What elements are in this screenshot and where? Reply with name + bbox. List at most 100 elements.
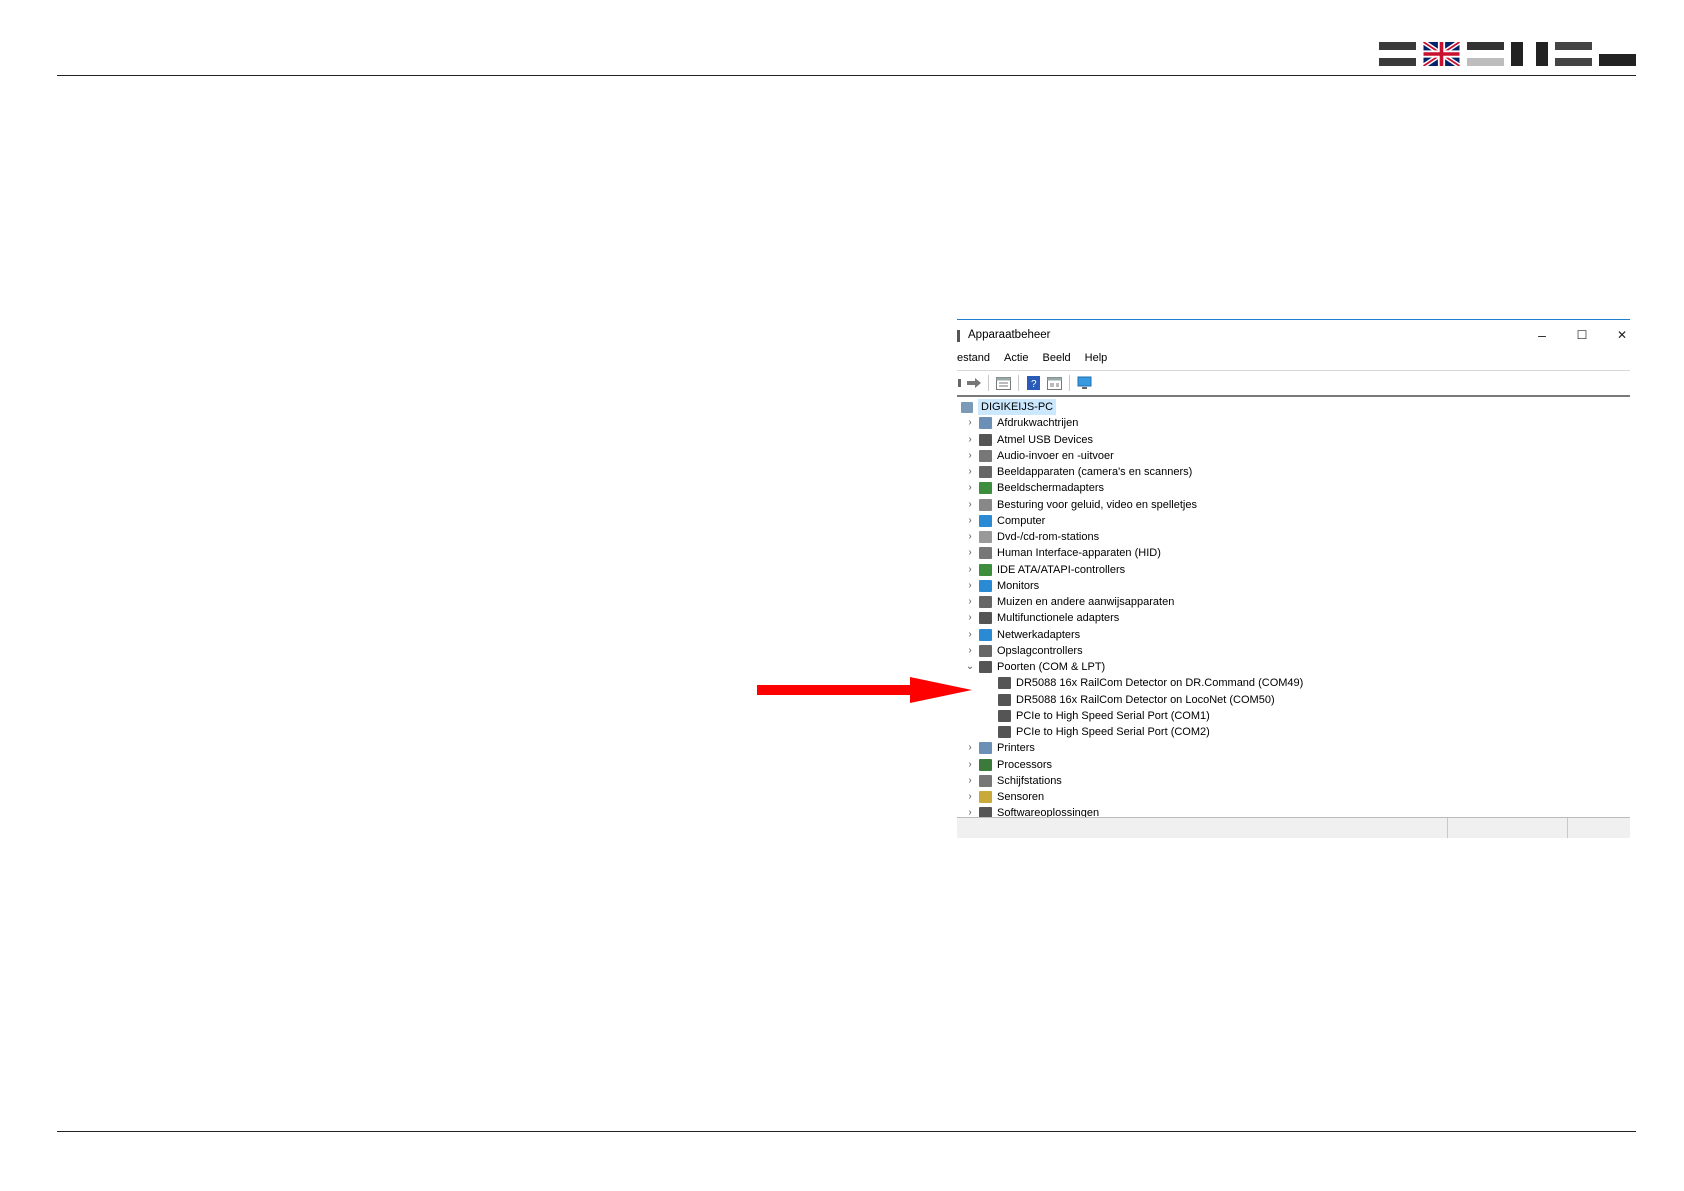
chevron-right-icon[interactable]: › — [965, 497, 975, 513]
tree-category-item[interactable]: › Muizen en andere aanwijsapparaten — [965, 594, 1174, 610]
dvd-icon — [979, 531, 992, 543]
tree-category-item[interactable]: › Audio-invoer en -uitvoer — [965, 448, 1114, 464]
tree-category-item[interactable]: › Sensoren — [965, 789, 1044, 805]
chevron-right-icon[interactable]: › — [965, 627, 975, 643]
tree-category-item[interactable]: › Netwerkadapters — [965, 627, 1080, 643]
processor-icon — [979, 758, 992, 771]
tree-item-label: Sensoren — [997, 791, 1045, 803]
flag-pl[interactable] — [1599, 42, 1636, 66]
tree-item-label: Beeldschermadapters — [997, 482, 1105, 495]
tree-item-label: Schijfstations — [997, 774, 1062, 787]
tree-category-item[interactable]: › Atmel USB Devices — [965, 432, 1093, 448]
tree-root[interactable]: DIGIKEIJS-PC — [961, 399, 1057, 415]
computer-network-icon — [961, 401, 973, 413]
footer-rule — [57, 1131, 1636, 1132]
storage-controller-icon — [979, 644, 992, 657]
header-rule — [57, 75, 1636, 76]
tree-item-label: Computer — [997, 514, 1046, 527]
tree-child-item[interactable]: DR5088 16x RailCom Detector on LocoNet (… — [998, 692, 1275, 708]
tree-category-item[interactable]: › IDE ATA/ATAPI-controllers — [965, 562, 1125, 578]
chevron-right-icon[interactable]: › — [965, 594, 975, 610]
tree-child-item[interactable]: PCIe to High Speed Serial Port (COM1) — [998, 708, 1210, 724]
close-button[interactable]: ✕ — [1602, 324, 1630, 346]
flag-uk[interactable] — [1423, 42, 1460, 66]
network-adapter-icon — [979, 628, 992, 641]
toolbar-separator — [1069, 375, 1070, 391]
chevron-right-icon[interactable]: › — [965, 578, 975, 594]
tree-category-item[interactable]: › Opslagcontrollers — [965, 643, 1083, 659]
printer-queue-icon — [979, 417, 992, 430]
chevron-right-icon[interactable]: › — [965, 789, 975, 805]
tree-category-item[interactable]: › Schijfstations — [965, 773, 1062, 789]
language-flags — [1379, 42, 1636, 66]
tree-child-item[interactable]: DR5088 16x RailCom Detector on DR.Comman… — [998, 675, 1303, 691]
tree-category-item[interactable]: › Computer — [965, 513, 1045, 529]
chevron-right-icon[interactable]: › — [965, 545, 975, 561]
tree-category-item[interactable]: › Processors — [965, 757, 1052, 773]
tree-root-label: DIGIKEIJS-PC — [978, 399, 1057, 415]
menu-beeld[interactable]: Beeld — [1043, 352, 1071, 370]
properties-icon[interactable] — [995, 376, 1012, 391]
chevron-right-icon[interactable]: › — [965, 448, 975, 464]
chevron-right-icon[interactable]: › — [965, 464, 975, 480]
printer-icon — [979, 742, 992, 755]
disk-drive-icon — [979, 774, 992, 787]
tree-item-label: Poorten (COM & LPT) — [997, 661, 1106, 673]
tree-child-item[interactable]: PCIe to High Speed Serial Port (COM2) — [998, 724, 1210, 740]
maximize-button[interactable]: ☐ — [1562, 324, 1602, 346]
chevron-down-icon[interactable]: ⌄ — [965, 659, 975, 675]
tree-category-item[interactable]: › Beeldapparaten (camera's en scanners) — [965, 464, 1192, 480]
hid-icon — [979, 547, 992, 560]
chevron-right-icon[interactable]: › — [965, 643, 975, 659]
tree-item-label: Multifunctionele adapters — [997, 612, 1120, 625]
chevron-right-icon[interactable]: › — [965, 740, 975, 756]
camera-icon — [979, 466, 992, 478]
tree-category-item[interactable]: › Afdrukwachtrijen — [965, 415, 1078, 431]
flag-de[interactable] — [1379, 42, 1416, 66]
menu-actie[interactable]: Actie — [1004, 352, 1028, 370]
chevron-right-icon[interactable]: › — [965, 513, 975, 529]
forward-icon[interactable] — [965, 376, 982, 391]
chevron-right-icon[interactable]: › — [965, 562, 975, 578]
tree-category-item[interactable]: › Printers — [965, 740, 1035, 756]
help-icon[interactable]: ? — [1025, 376, 1042, 391]
sound-video-icon — [979, 498, 992, 511]
minimize-button[interactable]: – — [1522, 324, 1562, 346]
flag-it[interactable] — [1511, 42, 1548, 66]
tree-category-item[interactable]: ⌄ Poorten (COM & LPT) — [965, 659, 1105, 675]
menu-bestand[interactable]: estand — [957, 352, 990, 370]
toolbar-separator — [988, 375, 989, 391]
tree-category-item[interactable]: › Monitors — [965, 578, 1039, 594]
chevron-right-icon[interactable]: › — [965, 757, 975, 773]
chevron-right-icon[interactable]: › — [965, 773, 975, 789]
chevron-right-icon[interactable]: › — [965, 480, 975, 496]
tree-category-item[interactable]: › Dvd-/cd-rom-stations — [965, 529, 1099, 545]
tree-item-label: Atmel USB Devices — [997, 433, 1093, 446]
computer-icon — [979, 514, 992, 527]
tree-category-item[interactable]: › Human Interface-apparaten (HID) — [965, 545, 1161, 561]
chevron-right-icon[interactable]: › — [965, 610, 975, 626]
tree-item-label: Muizen en andere aanwijsapparaten — [997, 596, 1175, 608]
scan-hardware-icon[interactable] — [1076, 376, 1093, 391]
tree-category-item[interactable]: › Beeldschermadapters — [965, 480, 1104, 496]
flag-nl[interactable] — [1467, 42, 1504, 66]
port-icon — [998, 709, 1011, 722]
tree-item-label: Afdrukwachtrijen — [997, 417, 1079, 430]
tree-category-item[interactable]: › Besturing voor geluid, video en spellet… — [965, 497, 1197, 513]
menu-help[interactable]: Help — [1085, 352, 1108, 370]
tree-item-label: Human Interface-apparaten (HID) — [997, 547, 1161, 560]
back-icon[interactable] — [957, 376, 961, 391]
tree-item-label: Opslagcontrollers — [997, 644, 1083, 657]
display-adapter-icon — [979, 482, 992, 495]
tree-category-item[interactable]: › Multifunctionele adapters — [965, 610, 1119, 626]
chevron-right-icon[interactable]: › — [965, 529, 975, 545]
title-bar: Apparaatbeheer – ☐ ✕ — [957, 320, 1630, 350]
flag-fr[interactable] — [1555, 42, 1592, 66]
tree-item-label: IDE ATA/ATAPI-controllers — [997, 563, 1126, 576]
speaker-icon — [979, 449, 992, 462]
view-icon[interactable] — [1046, 376, 1063, 391]
chevron-right-icon[interactable]: › — [965, 415, 975, 431]
app-icon — [957, 330, 960, 342]
chevron-right-icon[interactable]: › — [965, 432, 975, 448]
device-manager-window: Apparaatbeheer – ☐ ✕ estand Actie Beeld … — [957, 319, 1630, 838]
